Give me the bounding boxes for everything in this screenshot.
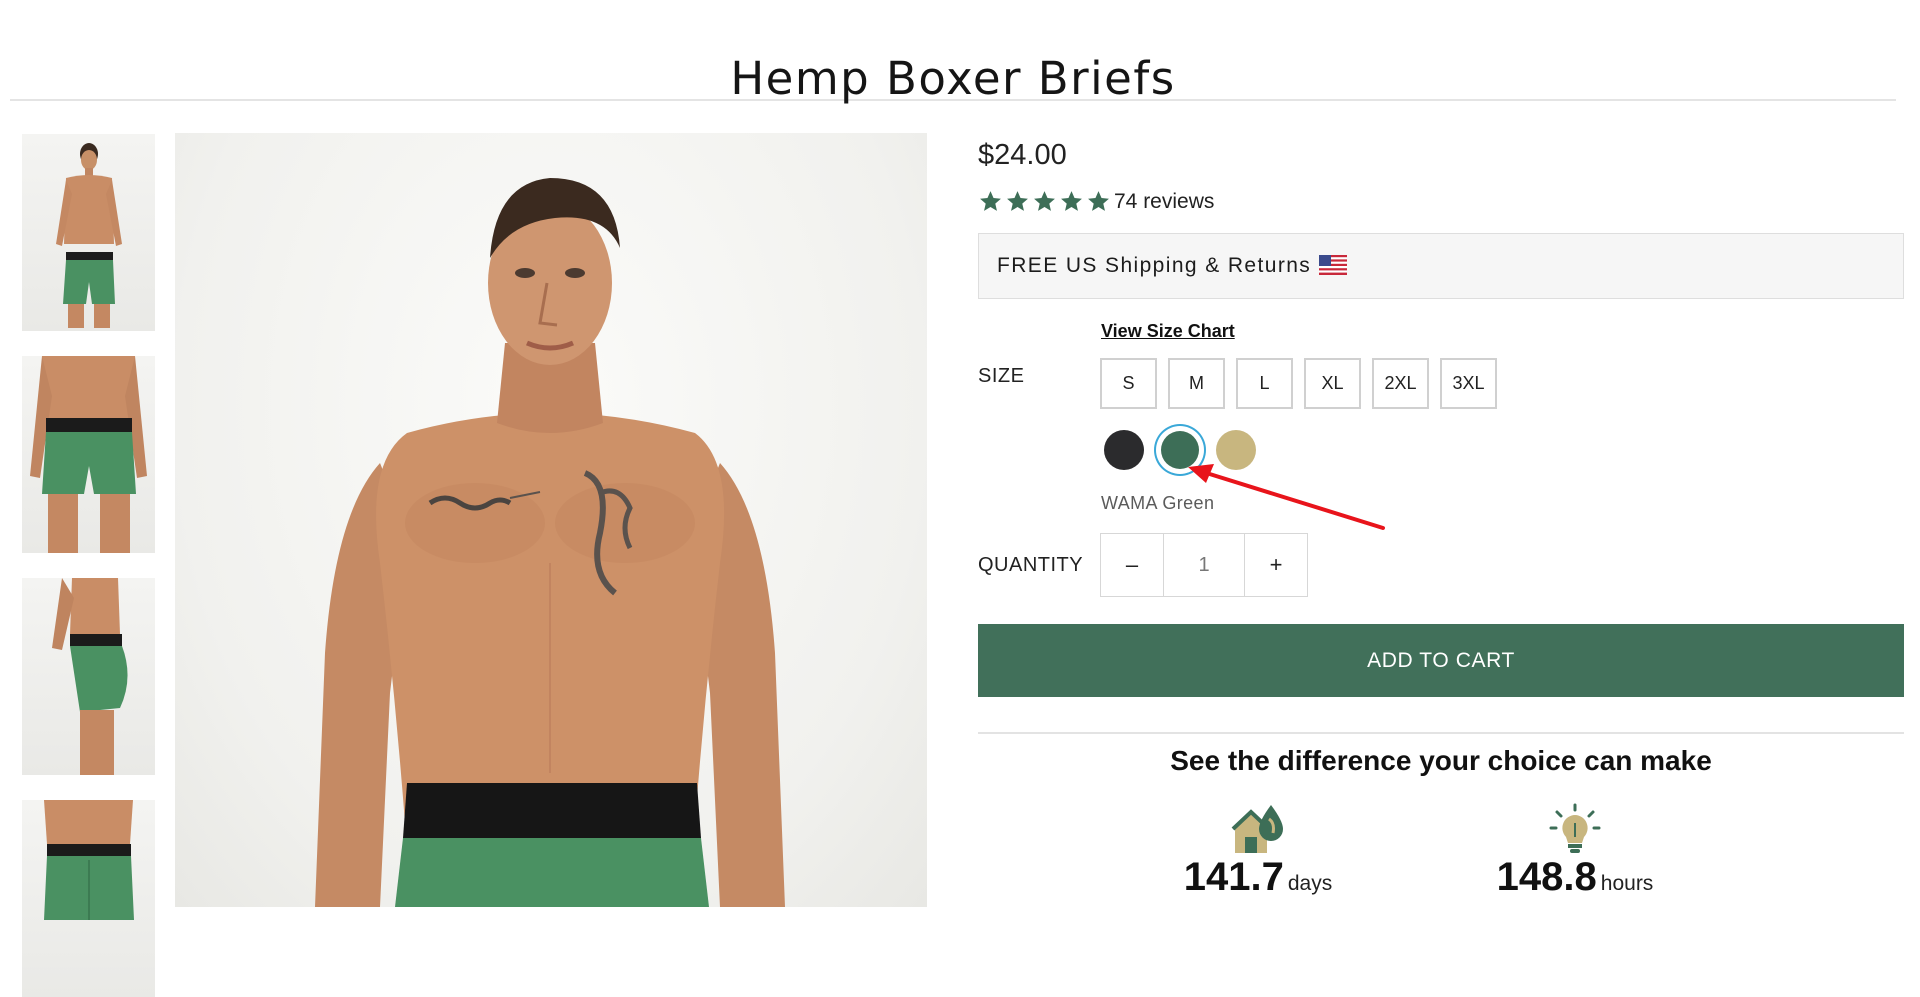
rating-row[interactable]: 74 reviews <box>978 189 1214 214</box>
lightbulb-icon <box>1549 803 1601 853</box>
impact-unit: days <box>1287 872 1333 895</box>
star-icon <box>1061 191 1082 211</box>
swatch-fill <box>1104 430 1144 470</box>
quantity-decrease-button[interactable]: – <box>1101 534 1164 596</box>
add-to-cart-button[interactable]: ADD TO CART <box>978 624 1904 697</box>
star-icon <box>980 191 1001 211</box>
impact-value: 141.7 <box>1183 855 1284 899</box>
impact-stat-water: 141.7 days <box>1148 803 1368 900</box>
section-divider <box>978 732 1904 734</box>
size-selector: S M L XL 2XL 3XL <box>1100 358 1497 409</box>
shipping-text: FREE US Shipping & Returns <box>997 254 1312 277</box>
review-count-link[interactable]: 74 reviews <box>1114 190 1214 214</box>
star-icon <box>1088 191 1109 211</box>
main-product-image[interactable] <box>175 133 927 907</box>
color-swatch-green[interactable] <box>1156 426 1204 474</box>
swatch-fill <box>1161 431 1199 469</box>
product-price: $24.00 <box>978 139 1067 171</box>
size-option-s[interactable]: S <box>1100 358 1157 409</box>
star-rating <box>978 189 1111 214</box>
quantity-stepper: – + <box>1100 533 1308 597</box>
swatch-fill <box>1216 430 1256 470</box>
color-selector <box>1100 426 1280 478</box>
page-header: Hemp Boxer Briefs <box>10 0 1896 105</box>
quantity-increase-button[interactable]: + <box>1244 534 1307 596</box>
star-icon <box>1007 191 1028 211</box>
size-option-2xl[interactable]: 2XL <box>1372 358 1429 409</box>
thumbnail-back-view[interactable] <box>22 800 155 997</box>
impact-heading: See the difference your choice can make <box>1170 745 1712 776</box>
shipping-banner: FREE US Shipping & Returns <box>978 233 1904 299</box>
product-title: Hemp Boxer Briefs <box>730 52 1176 106</box>
impact-unit: hours <box>1600 872 1654 895</box>
quantity-input[interactable] <box>1164 534 1244 596</box>
color-swatch-black[interactable] <box>1100 426 1148 474</box>
size-option-l[interactable]: L <box>1236 358 1293 409</box>
quantity-label: QUANTITY <box>978 554 1084 576</box>
impact-value-row: 148.8 hours <box>1465 855 1685 900</box>
shipping-text-row: FREE US Shipping & Returns <box>997 254 1348 278</box>
star-icon <box>1034 191 1055 211</box>
size-option-3xl[interactable]: 3XL <box>1440 358 1497 409</box>
color-swatch-tan[interactable] <box>1212 426 1260 474</box>
us-flag-icon <box>1319 255 1348 275</box>
thumbnail-front-view[interactable] <box>22 134 155 331</box>
size-option-xl[interactable]: XL <box>1304 358 1361 409</box>
thumbnail-front-detail[interactable] <box>22 356 155 553</box>
view-size-chart-link[interactable]: View Size Chart <box>1101 321 1235 342</box>
impact-value: 148.8 <box>1496 855 1597 899</box>
selected-color-name: WAMA Green <box>1101 493 1215 513</box>
thumbnail-side-view[interactable] <box>22 578 155 775</box>
impact-stat-energy: 148.8 hours <box>1465 803 1685 900</box>
water-drop-house-icon <box>1231 805 1283 853</box>
size-label: SIZE <box>978 365 1025 387</box>
size-option-m[interactable]: M <box>1168 358 1225 409</box>
impact-value-row: 141.7 days <box>1148 855 1368 900</box>
